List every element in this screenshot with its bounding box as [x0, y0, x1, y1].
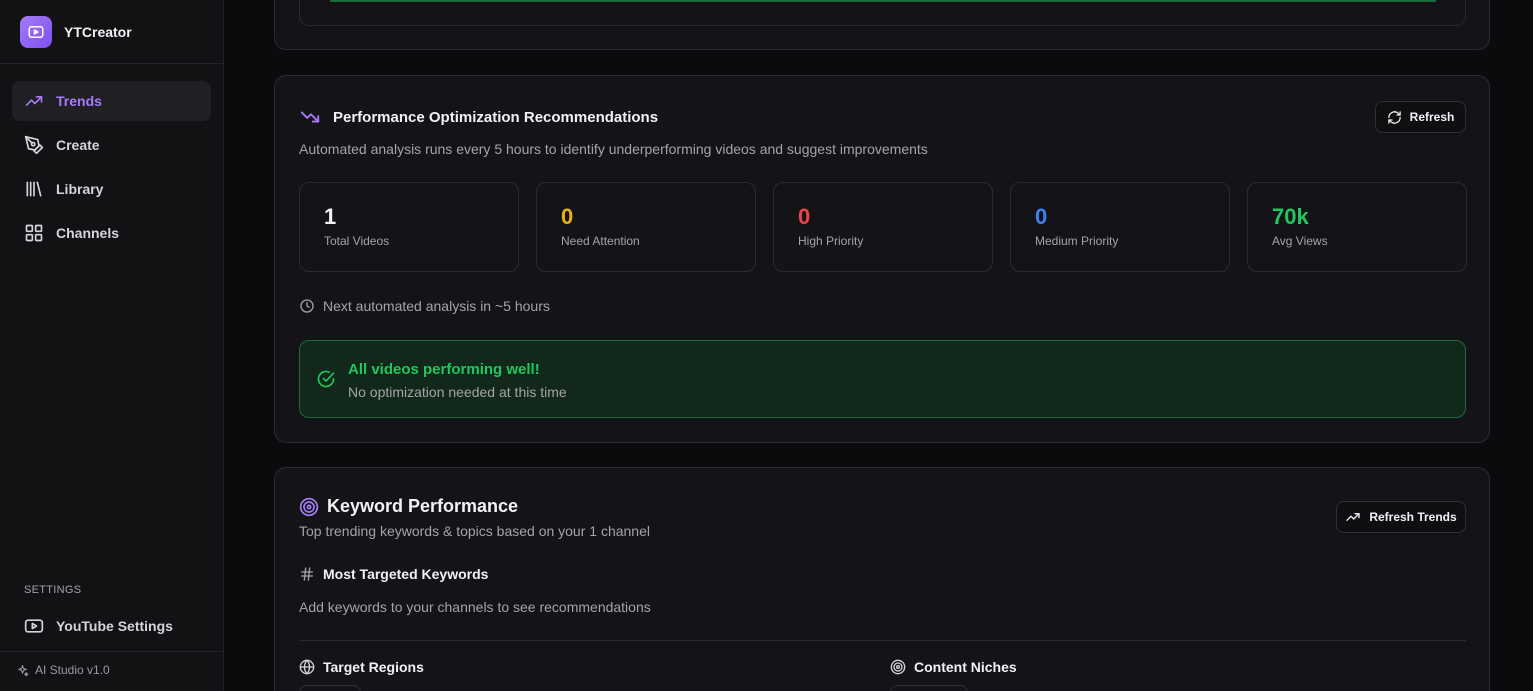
progress-bar	[330, 0, 1436, 2]
stat-label: Avg Views	[1272, 234, 1328, 248]
library-icon	[26, 181, 42, 197]
settings-section-label: SETTINGS	[24, 584, 82, 596]
version-label: AI Studio v1.0	[35, 663, 110, 677]
brand-name: YTCreator	[64, 24, 132, 40]
divider	[0, 651, 223, 652]
next-analysis-info: Next automated analysis in ~5 hours	[299, 298, 550, 314]
sidebar-item-label: Trends	[56, 93, 102, 109]
previous-section-card	[274, 0, 1490, 50]
youtube-icon	[24, 619, 44, 633]
target-regions-header: Target Regions	[299, 659, 424, 675]
content-niches-title: Content Niches	[914, 659, 1017, 675]
sidebar-item-create[interactable]: Create	[12, 125, 211, 165]
stat-label: Need Attention	[561, 234, 640, 248]
sparkles-icon	[18, 664, 29, 676]
grid-icon	[25, 224, 43, 242]
sidebar-item-channels[interactable]: Channels	[12, 213, 211, 253]
next-analysis-text: Next automated analysis in ~5 hours	[323, 298, 550, 314]
hash-icon	[301, 567, 313, 581]
keyword-title: Keyword Performance	[299, 496, 518, 517]
target-regions-title: Target Regions	[323, 659, 424, 675]
sidebar-item-label: Create	[56, 137, 100, 153]
sidebar-item-youtube-settings[interactable]: YouTube Settings	[12, 606, 211, 646]
most-targeted-empty-state: Add keywords to your channels to see rec…	[299, 599, 651, 615]
stat-value: 70k	[1272, 204, 1309, 229]
sidebar-item-label: YouTube Settings	[56, 618, 173, 634]
status-banner: All videos performing well! No optimizat…	[299, 340, 1466, 418]
sidebar-item-trends[interactable]: Trends	[12, 81, 211, 121]
divider	[0, 63, 223, 64]
clock-icon	[300, 299, 314, 313]
niche-chip[interactable]	[890, 685, 968, 691]
pen-tool-icon	[24, 135, 44, 155]
trending-up-icon	[1346, 513, 1360, 521]
stat-label: Medium Priority	[1035, 234, 1119, 248]
performance-card: Performance Optimization Recommendations…	[274, 75, 1490, 443]
stat-total-videos: 1 Total Videos	[299, 182, 519, 272]
refresh-icon	[1387, 110, 1401, 124]
trending-up-icon	[25, 96, 43, 106]
divider	[299, 640, 1466, 641]
keyword-title-text: Keyword Performance	[327, 496, 519, 516]
stat-value: 0	[561, 204, 574, 229]
sidebar-item-library[interactable]: Library	[12, 169, 211, 209]
content-niches-header: Content Niches	[890, 659, 1017, 675]
keyword-card: Keyword Performance Top trending keyword…	[274, 467, 1490, 691]
globe-icon	[299, 659, 315, 675]
keyword-subtitle: Top trending keywords & topics based on …	[299, 523, 650, 539]
youtube-logo-icon	[20, 16, 52, 48]
stat-high-priority: 0 High Priority	[773, 182, 993, 272]
target-icon	[890, 659, 906, 675]
refresh-button-label: Refresh	[1409, 110, 1455, 124]
sidebar-item-label: Library	[56, 181, 104, 197]
most-targeted-header: Most Targeted Keywords	[299, 566, 488, 582]
performance-title-text: Performance Optimization Recommendations	[333, 108, 659, 126]
target-icon	[299, 497, 319, 516]
stat-need-attention: 0 Need Attention	[536, 182, 756, 272]
check-circle-icon	[317, 370, 335, 388]
refresh-trends-label: Refresh Trends	[1369, 510, 1457, 524]
trending-down-icon	[300, 111, 320, 123]
sidebar-nav: Trends Create Library Channels	[12, 81, 211, 257]
settings-nav: YouTube Settings	[12, 606, 211, 650]
stat-label: High Priority	[798, 234, 864, 248]
refresh-trends-button[interactable]: Refresh Trends	[1336, 501, 1466, 533]
version-info: AI Studio v1.0	[16, 663, 110, 677]
stats-row: 1 Total Videos 0 Need Attention 0 High P…	[299, 182, 1467, 272]
stat-avg-views: 70k Avg Views	[1247, 182, 1467, 272]
performance-title: Performance Optimization Recommendations	[299, 106, 658, 128]
stat-value: 0	[1035, 204, 1048, 229]
performance-subtitle: Automated analysis runs every 5 hours to…	[299, 141, 928, 157]
region-chip[interactable]	[299, 685, 361, 691]
status-title: All videos performing well!	[348, 361, 540, 378]
sidebar: YTCreator Trends Create Library Channels…	[0, 0, 224, 691]
sidebar-item-label: Channels	[56, 225, 120, 241]
stat-medium-priority: 0 Medium Priority	[1010, 182, 1230, 272]
app-root: YTCreator Trends Create Library Channels…	[0, 0, 1533, 691]
brand[interactable]: YTCreator	[20, 16, 132, 48]
stat-value: 1	[324, 204, 337, 229]
stat-label: Total Videos	[324, 234, 390, 248]
refresh-button[interactable]: Refresh	[1375, 101, 1466, 133]
most-targeted-title: Most Targeted Keywords	[323, 566, 489, 582]
status-subtitle: No optimization needed at this time	[348, 384, 567, 400]
progress-panel	[299, 0, 1466, 26]
stat-value: 0	[798, 204, 811, 229]
